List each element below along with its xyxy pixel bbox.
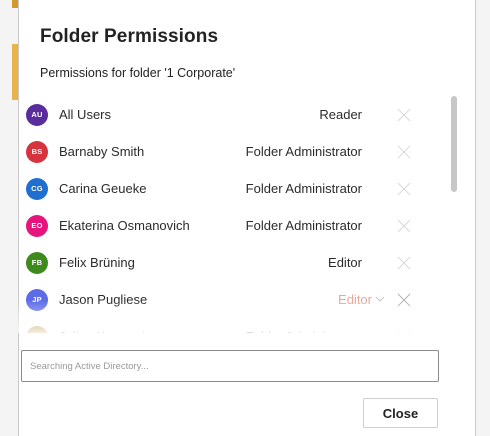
role-select[interactable]: Editor bbox=[328, 255, 362, 270]
background-app-right bbox=[476, 0, 490, 436]
avatar: EO bbox=[26, 214, 48, 237]
role-select[interactable]: Folder Administrator bbox=[246, 181, 362, 196]
user-name: Felix Brüning bbox=[59, 255, 135, 270]
avatar: JP bbox=[26, 288, 48, 311]
directory-search-input[interactable] bbox=[21, 350, 439, 382]
close-icon[interactable] bbox=[396, 218, 412, 234]
dialog-subtitle: Permissions for folder '1 Corporate' bbox=[40, 66, 236, 80]
role-select[interactable]: Folder Administrator bbox=[246, 218, 362, 233]
role-select[interactable]: Folder Administrator bbox=[246, 144, 362, 159]
avatar: JK bbox=[26, 325, 48, 333]
permission-row: JK Julian Kornmaier Folder Administrator bbox=[18, 318, 434, 333]
avatar: FB bbox=[26, 251, 48, 274]
user-name: Carina Geueke bbox=[59, 181, 147, 196]
close-icon[interactable] bbox=[396, 107, 412, 123]
background-app-left bbox=[0, 0, 20, 436]
permission-row: EO Ekaterina Osmanovich Folder Administrat… bbox=[18, 207, 434, 244]
permission-row: FB Felix Brüning Editor bbox=[18, 244, 434, 281]
close-icon[interactable] bbox=[396, 292, 412, 308]
permission-row: AU All Users Reader bbox=[18, 96, 434, 133]
user-name: Jason Pugliese bbox=[59, 292, 148, 307]
close-icon[interactable] bbox=[396, 144, 412, 160]
permissions-list[interactable]: AU All Users Reader BS Barnaby Smith Folder A… bbox=[18, 96, 434, 333]
avatar: CG bbox=[26, 177, 48, 200]
close-button[interactable]: Close bbox=[363, 398, 438, 428]
list-scrollbar[interactable] bbox=[451, 96, 457, 192]
user-name: Barnaby Smith bbox=[59, 144, 145, 159]
close-icon[interactable] bbox=[396, 181, 412, 197]
close-icon[interactable] bbox=[396, 329, 412, 333]
avatar: BS bbox=[26, 140, 48, 163]
user-name: All Users bbox=[59, 107, 112, 122]
dialog-title: Folder Permissions bbox=[40, 26, 219, 47]
user-name: Julian Kornmaier bbox=[59, 329, 157, 333]
chevron-down-icon[interactable] bbox=[374, 294, 386, 306]
permission-row: JP Jason Pugliese Editor bbox=[18, 281, 434, 318]
permission-row: CG Carina Geueke Folder Administrator bbox=[18, 170, 434, 207]
avatar: AU bbox=[26, 103, 48, 126]
close-icon[interactable] bbox=[396, 255, 412, 271]
role-select[interactable]: Editor bbox=[338, 292, 372, 307]
user-name: Ekaterina Osmanovich bbox=[59, 218, 190, 233]
role-select[interactable]: Reader bbox=[319, 107, 362, 122]
role-select[interactable]: Folder Administrator bbox=[246, 329, 362, 333]
permission-row: BS Barnaby Smith Folder Administrator bbox=[18, 133, 434, 170]
